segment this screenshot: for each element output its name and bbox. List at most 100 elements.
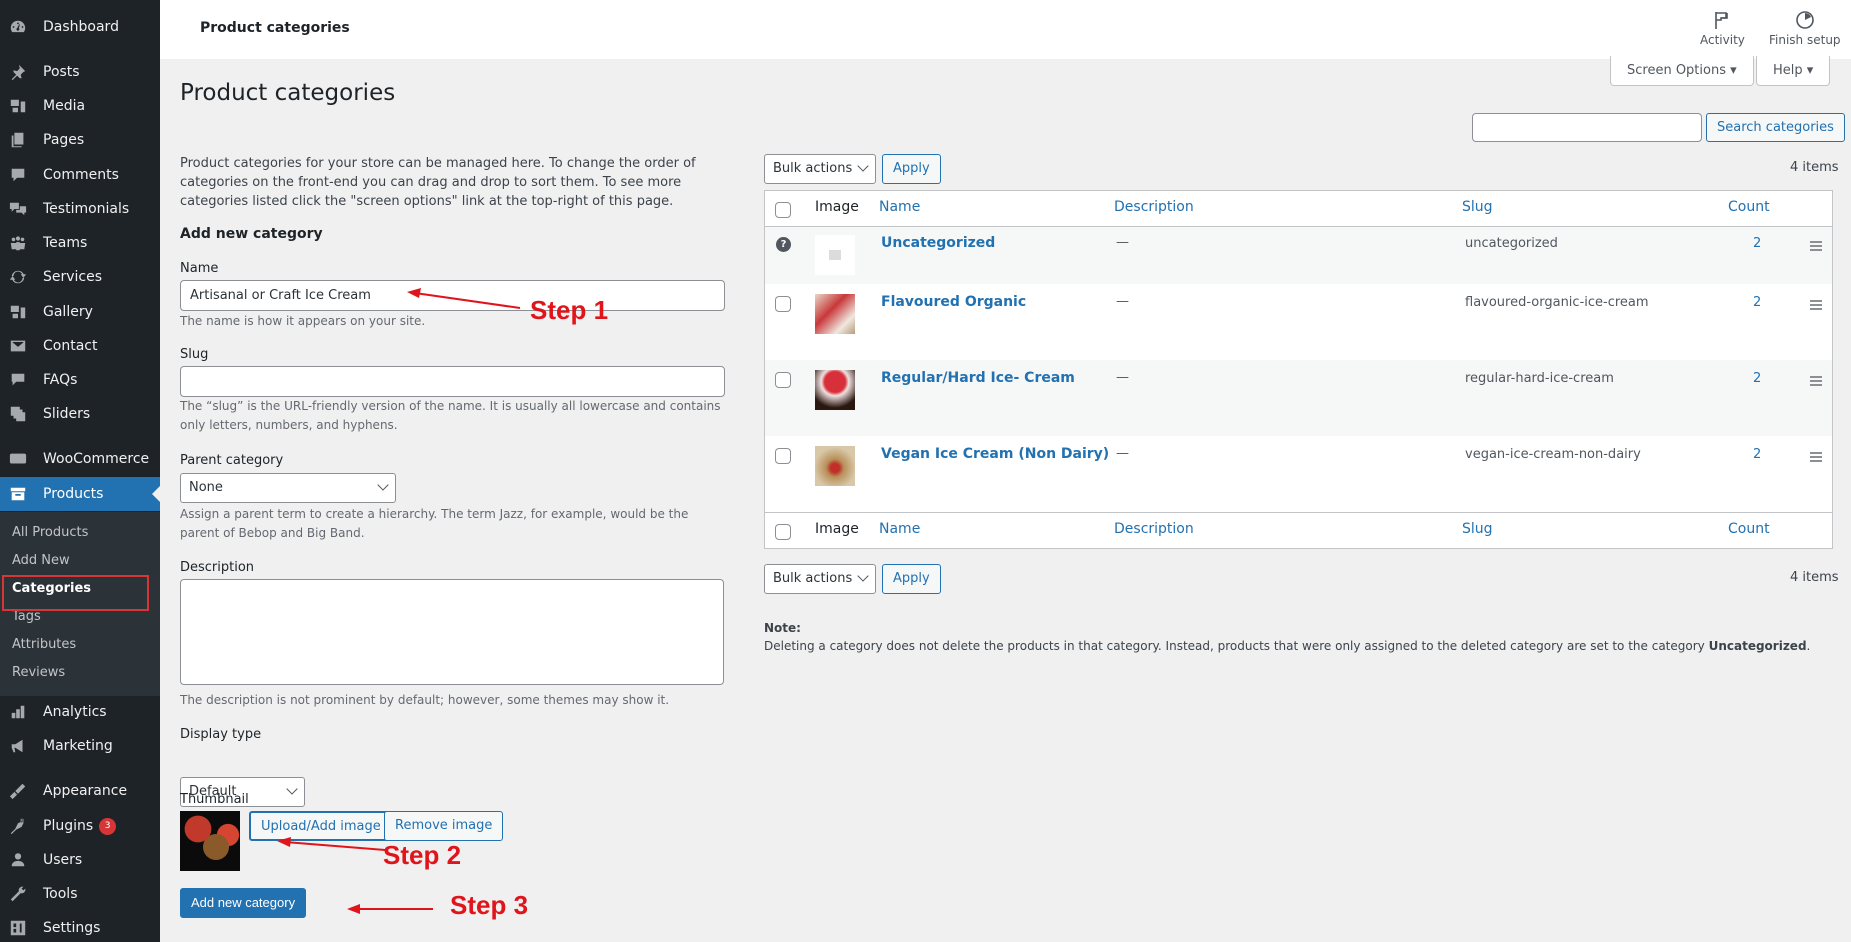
menu-appearance[interactable]: Appearance	[0, 774, 160, 808]
help-icon[interactable]: ?	[776, 237, 791, 252]
category-count-link[interactable]: 2	[1753, 371, 1761, 386]
bulk-actions-select-bottom[interactable]: Bulk actions	[764, 564, 876, 594]
parent-category-label: Parent category	[180, 453, 284, 468]
chevron-down-icon	[377, 479, 389, 491]
thumbnail-preview-image	[180, 811, 240, 871]
bulk-actions-select[interactable]: Bulk actions	[764, 154, 876, 184]
menu-dashboard[interactable]: Dashboard	[0, 10, 160, 44]
menu-faqs[interactable]: FAQs	[0, 363, 160, 397]
category-count-link[interactable]: 2	[1753, 447, 1761, 462]
submenu-attributes[interactable]: Attributes	[12, 637, 76, 652]
menu-label: Comments	[43, 167, 119, 183]
name-label: Name	[180, 261, 219, 276]
menu-gallery[interactable]: Gallery	[0, 295, 160, 329]
column-count[interactable]: Count	[1728, 199, 1770, 215]
categories-highlight-box	[2, 575, 149, 611]
menu-users[interactable]: Users	[0, 843, 160, 877]
activity-label: Activity	[1700, 33, 1745, 47]
menu-marketing[interactable]: Marketing	[0, 729, 160, 763]
search-categories-button[interactable]: Search categories	[1706, 113, 1845, 142]
category-name-link[interactable]: Regular/Hard Ice- Cream	[881, 370, 1075, 386]
menu-woocommerce[interactable]: WooCommerce	[0, 442, 160, 476]
column-count[interactable]: Count	[1728, 521, 1770, 537]
menu-label: Services	[43, 269, 103, 285]
search-categories-input[interactable]	[1472, 113, 1702, 142]
menu-label: Tools	[43, 886, 78, 902]
menu-label: Media	[43, 98, 86, 114]
thumbnail-label: Thumbnail	[180, 792, 249, 807]
menu-services[interactable]: Services	[0, 260, 160, 294]
description-textarea[interactable]	[180, 579, 724, 685]
column-description[interactable]: Description	[1114, 521, 1194, 537]
menu-media[interactable]: Media	[0, 89, 160, 123]
category-description: —	[1116, 294, 1129, 309]
category-slug: flavoured-organic-ice-cream	[1465, 295, 1649, 310]
menu-posts[interactable]: Posts	[0, 55, 160, 89]
category-slug: vegan-ice-cream-non-dairy	[1465, 447, 1641, 462]
row-checkbox[interactable]	[775, 372, 791, 388]
slug-input[interactable]	[180, 366, 725, 397]
bulk-actions-value: Bulk actions	[773, 161, 853, 176]
images-icon	[8, 404, 28, 424]
menu-tools[interactable]: Tools	[0, 877, 160, 911]
add-new-category-button[interactable]: Add new category	[180, 888, 307, 918]
menu-plugins[interactable]: Plugins 3	[0, 809, 160, 843]
woocommerce-header: Product categories Activity Finish setup	[160, 0, 1851, 59]
parent-category-select[interactable]: None	[180, 473, 396, 503]
menu-label: Gallery	[43, 304, 93, 320]
column-description[interactable]: Description	[1114, 199, 1194, 215]
column-slug[interactable]: Slug	[1462, 521, 1493, 537]
select-all-checkbox-footer[interactable]	[775, 524, 791, 540]
row-checkbox[interactable]	[775, 296, 791, 312]
select-all-checkbox[interactable]	[775, 202, 791, 218]
menu-teams[interactable]: Teams	[0, 226, 160, 260]
menu-pages[interactable]: Pages	[0, 123, 160, 157]
testimonials-icon	[8, 199, 28, 219]
drag-handle-icon[interactable]	[1810, 452, 1822, 464]
row-checkbox[interactable]	[775, 448, 791, 464]
plugins-update-badge: 3	[99, 817, 117, 835]
step2-arrow-icon	[277, 837, 386, 851]
apply-button[interactable]: Apply	[882, 154, 941, 184]
activity-button[interactable]: Activity	[1700, 10, 1745, 47]
help-button[interactable]: Help ▾	[1756, 56, 1831, 86]
apply-button-bottom[interactable]: Apply	[882, 564, 941, 594]
submenu-add-new[interactable]: Add New	[12, 553, 70, 568]
menu-contact[interactable]: Contact	[0, 329, 160, 363]
note-text: Deleting a category does not delete the …	[764, 639, 1810, 653]
column-slug[interactable]: Slug	[1462, 199, 1493, 215]
items-count-bottom: 4 items	[1790, 570, 1839, 585]
menu-testimonials[interactable]: Testimonials	[0, 192, 160, 226]
category-count-link[interactable]: 2	[1753, 295, 1761, 310]
chevron-down-icon	[857, 570, 869, 582]
slug-help: The “slug” is the URL-friendly version o…	[180, 399, 721, 432]
menu-analytics[interactable]: Analytics	[0, 695, 160, 729]
category-name-link[interactable]: Flavoured Organic	[881, 294, 1026, 310]
column-name[interactable]: Name	[879, 521, 920, 537]
column-name[interactable]: Name	[879, 199, 920, 215]
category-name-link[interactable]: Uncategorized	[881, 235, 995, 251]
category-count-link[interactable]: 2	[1753, 236, 1761, 251]
menu-label: Testimonials	[43, 201, 130, 217]
step3-annotation: Step 3	[450, 890, 529, 920]
drag-handle-icon[interactable]	[1810, 300, 1822, 312]
drag-handle-icon[interactable]	[1810, 241, 1822, 253]
remove-image-button[interactable]: Remove image	[384, 811, 504, 841]
chevron-down-icon	[857, 160, 869, 172]
menu-label: FAQs	[43, 372, 78, 388]
menu-settings[interactable]: Settings	[0, 911, 160, 942]
drag-handle-icon[interactable]	[1810, 376, 1822, 388]
category-name-link[interactable]: Vegan Ice Cream (Non Dairy)	[881, 446, 1109, 462]
menu-label: Products	[43, 486, 104, 502]
category-description: —	[1116, 235, 1129, 250]
step1-arrow-icon	[407, 288, 521, 309]
submenu-reviews[interactable]: Reviews	[12, 665, 65, 680]
menu-comments[interactable]: Comments	[0, 158, 160, 192]
submenu-all-products[interactable]: All Products	[12, 525, 88, 540]
menu-products[interactable]: Products	[0, 477, 160, 511]
menu-sliders[interactable]: Sliders	[0, 397, 160, 431]
screen-options-button[interactable]: Screen Options ▾	[1610, 56, 1754, 86]
step1-annotation: Step 1	[530, 295, 609, 325]
submenu-tags[interactable]: Tags	[12, 609, 41, 624]
finish-setup-button[interactable]: Finish setup	[1769, 10, 1841, 47]
